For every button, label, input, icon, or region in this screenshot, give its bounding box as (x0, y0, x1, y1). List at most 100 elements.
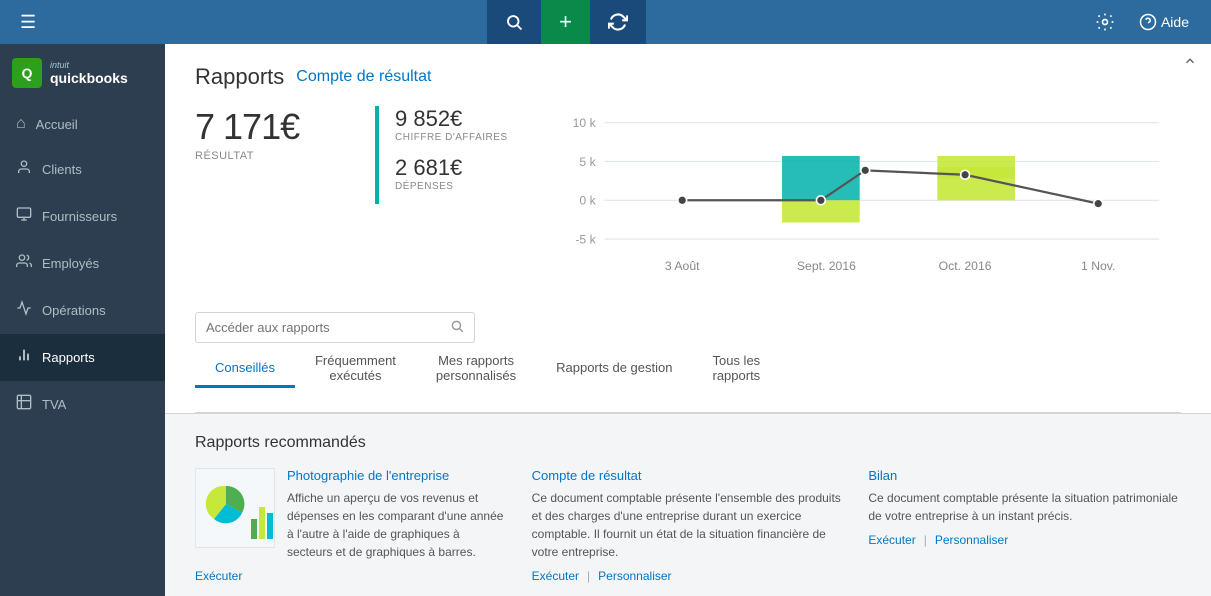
search-icon (450, 319, 464, 336)
sidebar-logo: Q intuit quickbooks (0, 44, 165, 102)
search-button[interactable] (487, 0, 541, 44)
tva-icon (16, 394, 32, 415)
svg-text:10 k: 10 k (572, 116, 596, 130)
top-nav-left: ☰ (0, 4, 48, 41)
sidebar-label-tva: TVA (42, 397, 66, 412)
svg-text:Oct. 2016: Oct. 2016 (938, 259, 991, 273)
operations-icon (16, 300, 32, 321)
search-input[interactable] (206, 320, 450, 335)
page-title: Rapports (195, 64, 284, 90)
card-content-photographie: Photographie de l'entreprise Affiche un … (287, 468, 508, 561)
result-label: RÉSULTAT (195, 150, 375, 162)
sidebar-label-clients: Clients (42, 162, 82, 177)
tab-gestion[interactable]: Rapports de gestion (536, 350, 692, 388)
chart-area: 10 k 5 k 0 k -5 k (538, 106, 1181, 300)
recommended-title: Rapports recommandés (195, 434, 1181, 452)
sidebar-item-operations[interactable]: Opérations (0, 287, 165, 334)
exec-link-compte-resultat[interactable]: Exécuter (532, 569, 579, 583)
search-tabs-area: Conseillés Fréquemmentexécutés Mes rappo… (165, 300, 1211, 414)
sidebar-item-tva[interactable]: TVA (0, 381, 165, 428)
help-button[interactable]: Aide (1129, 7, 1199, 37)
logo-intuit: intuit (50, 60, 128, 70)
card-title-bilan[interactable]: Bilan (868, 468, 1181, 483)
svg-text:1 Nov.: 1 Nov. (1081, 259, 1115, 273)
top-navigation: ☰ + (0, 0, 1211, 44)
result-amount: 7 171€ (195, 106, 375, 148)
top-nav-right: Aide (1085, 6, 1211, 38)
sidebar-item-clients[interactable]: Clients (0, 146, 165, 193)
exec-link-bilan[interactable]: Exécuter (868, 533, 915, 547)
collapse-button[interactable] (1169, 44, 1211, 83)
card-desc-photographie: Affiche un aperçu de vos revenus et dépe… (287, 489, 508, 561)
depenses-amount: 2 681€ (395, 155, 508, 181)
svg-text:3 Août: 3 Août (665, 259, 700, 273)
sidebar-label-employes: Employés (42, 256, 99, 271)
chiffre-amount: 9 852€ (395, 106, 508, 132)
card-with-thumb: Photographie de l'entreprise Affiche un … (195, 468, 508, 583)
recommended-section: Rapports recommandés (165, 414, 1211, 596)
rapports-icon (16, 347, 32, 368)
card-actions-compte-resultat: Exécuter | Personnaliser (532, 569, 845, 583)
tab-tous[interactable]: Tous lesrapports (692, 343, 780, 396)
svg-text:5 k: 5 k (579, 155, 596, 169)
svg-text:0 k: 0 k (579, 194, 596, 208)
report-card-photographie: Photographie de l'entreprise Affiche un … (195, 468, 508, 583)
card-title-photographie[interactable]: Photographie de l'entreprise (287, 468, 508, 483)
report-thumbnail (195, 468, 275, 548)
action-sep-2: | (924, 533, 927, 547)
add-button[interactable]: + (541, 0, 590, 44)
tab-mes-rapports[interactable]: Mes rapportspersonnalisés (416, 343, 536, 396)
svg-text:Sept. 2016: Sept. 2016 (797, 259, 856, 273)
chiffre-label: CHIFFRE D'AFFAIRES (395, 132, 508, 143)
card-desc-bilan: Ce document comptable présente la situat… (868, 489, 1181, 525)
custom-link-compte-resultat[interactable]: Personnaliser (598, 569, 671, 583)
depenses: 2 681€ DÉPENSES (395, 155, 508, 192)
report-card-compte-resultat: Compte de résultat Ce document comptable… (532, 468, 845, 583)
sidebar: Q intuit quickbooks ⌂ Accueil Cl (0, 44, 165, 596)
sidebar-label-accueil: Accueil (36, 117, 78, 132)
fournisseurs-icon (16, 206, 32, 227)
report-summary: 7 171€ RÉSULTAT 9 852€ CHIFFRE D'AFFAIRE… (195, 106, 1181, 300)
card-desc-compte-resultat: Ce document comptable présente l'ensembl… (532, 489, 845, 561)
depenses-label: DÉPENSES (395, 181, 508, 192)
logo-icon: Q (12, 58, 42, 88)
refresh-button[interactable] (590, 0, 646, 44)
search-bar (195, 312, 475, 343)
report-title-row: Rapports Compte de résultat (195, 64, 1181, 90)
chiffre-affaires: 9 852€ CHIFFRE D'AFFAIRES (395, 106, 508, 143)
action-sep-1: | (587, 569, 590, 583)
report-subtitle[interactable]: Compte de résultat (296, 68, 431, 86)
tabs-row: Conseillés Fréquemmentexécutés Mes rappo… (195, 343, 1181, 396)
sidebar-label-fournisseurs: Fournisseurs (42, 209, 117, 224)
sidebar-item-rapports[interactable]: Rapports (0, 334, 165, 381)
svg-text:-5 k: -5 k (575, 233, 596, 247)
card-actions-bilan: Exécuter | Personnaliser (868, 533, 1181, 547)
employes-icon (16, 253, 32, 274)
custom-link-bilan[interactable]: Personnaliser (935, 533, 1008, 547)
clients-icon (16, 159, 32, 180)
logo-quickbooks: quickbooks (50, 70, 128, 86)
menu-button[interactable]: ☰ (8, 4, 48, 41)
tab-conseilles[interactable]: Conseillés (195, 350, 295, 388)
report-chart: 10 k 5 k 0 k -5 k (538, 106, 1181, 295)
thumb-row: Photographie de l'entreprise Affiche un … (195, 468, 508, 561)
summary-details: 9 852€ CHIFFRE D'AFFAIRES 2 681€ DÉPENSE… (375, 106, 508, 204)
result-section: 7 171€ RÉSULTAT (195, 106, 375, 162)
sidebar-item-fournisseurs[interactable]: Fournisseurs (0, 193, 165, 240)
help-label: Aide (1161, 14, 1189, 30)
exec-link-photographie[interactable]: Exécuter (195, 569, 242, 583)
report-card-bilan: Bilan Ce document comptable présente la … (868, 468, 1181, 547)
card-title-compte-resultat[interactable]: Compte de résultat (532, 468, 845, 483)
tab-frequemment[interactable]: Fréquemmentexécutés (295, 343, 416, 396)
sidebar-label-rapports: Rapports (42, 350, 95, 365)
card-actions-photographie: Exécuter (195, 569, 508, 583)
tab-divider (195, 412, 1181, 413)
logo-text: intuit quickbooks (50, 60, 128, 86)
sidebar-item-accueil[interactable]: ⌂ Accueil (0, 102, 165, 146)
sidebar-item-employes[interactable]: Employés (0, 240, 165, 287)
settings-button[interactable] (1085, 6, 1125, 38)
report-cards: Photographie de l'entreprise Affiche un … (195, 468, 1181, 583)
svg-text:Q: Q (22, 65, 33, 81)
top-nav-center: + (487, 0, 646, 44)
report-header: Rapports Compte de résultat 7 171€ RÉSUL… (165, 44, 1211, 300)
